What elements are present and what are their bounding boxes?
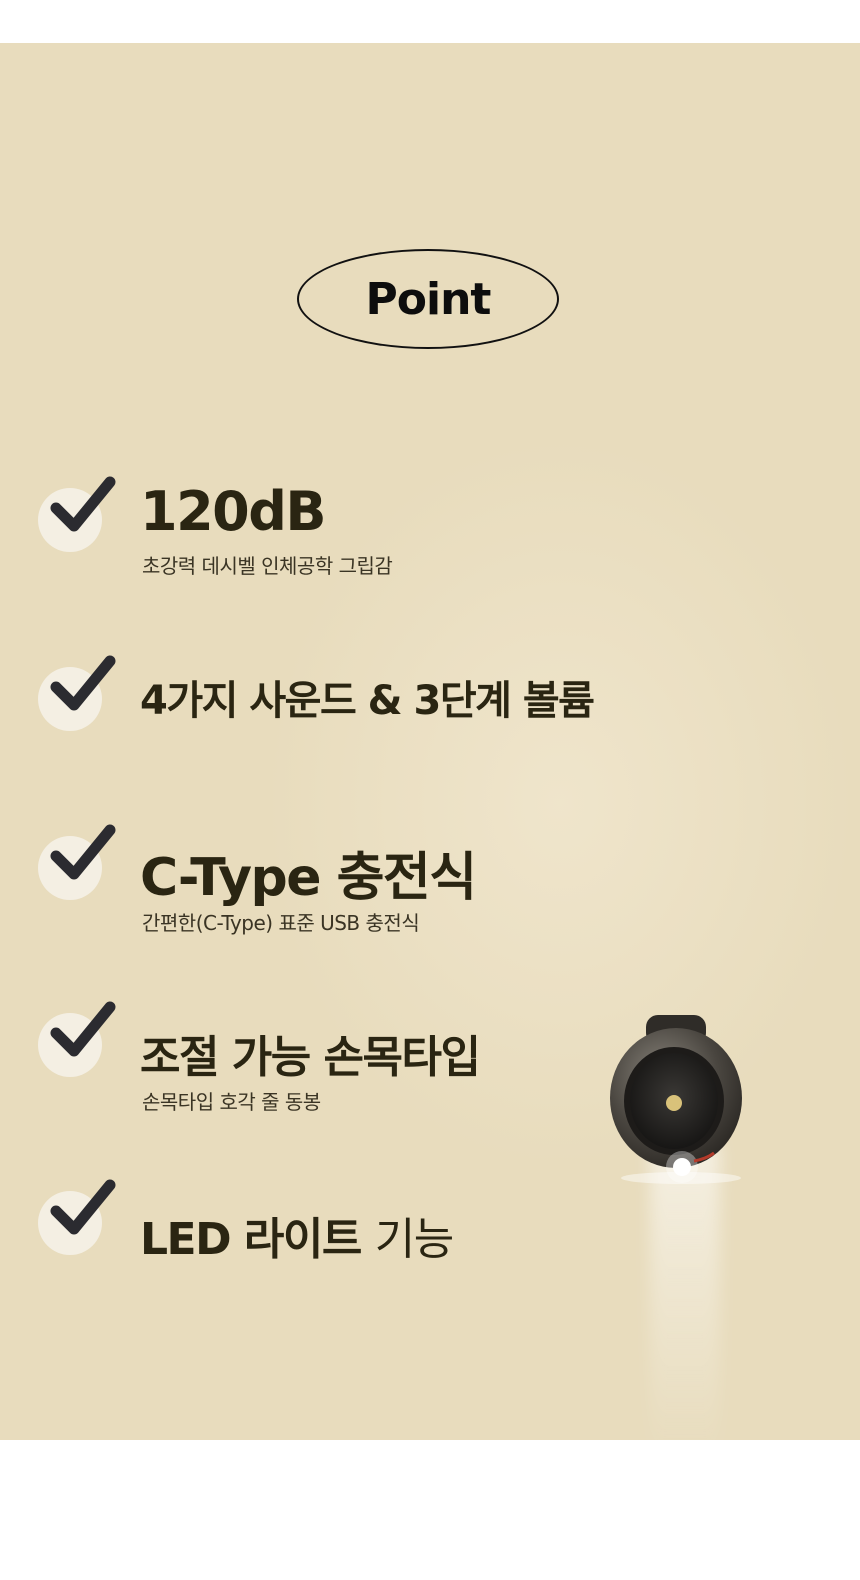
- feature-subtitle: 초강력 데시벨 인체공학 그립감: [142, 554, 393, 578]
- feature-title: 4가지 사운드 & 3단계 볼륨: [140, 678, 595, 724]
- feature-subtitle: 간편한(C-Type) 표준 USB 충전식: [142, 911, 420, 935]
- feature-title: 120dB: [140, 480, 327, 543]
- point-badge-label: Point: [365, 273, 492, 325]
- feature-title: C-Type 충전식: [140, 848, 477, 908]
- checkmark-icon: [50, 824, 116, 880]
- checkmark-icon: [50, 1179, 116, 1235]
- feature-title: 조절 가능 손목타입: [140, 1032, 481, 1083]
- point-badge: Point: [297, 249, 559, 349]
- feature-title: LED 라이트 기능: [140, 1203, 454, 1267]
- feature-panel: Point 120dB 초강력 데시벨 인체공학 그립감 4가지 사운드 & 3…: [0, 43, 860, 1440]
- check-badge: [38, 655, 116, 731]
- checkmark-icon: [50, 476, 116, 532]
- checkmark-icon: [50, 1001, 116, 1057]
- feature-subtitle: 손목타입 호각 줄 동봉: [142, 1090, 321, 1114]
- whistle-device-image: [610, 1015, 742, 1184]
- check-badge: [38, 476, 116, 552]
- check-badge: [38, 1179, 116, 1255]
- feature-title-light: 기능: [374, 1214, 454, 1265]
- check-badge: [38, 824, 116, 900]
- checkmark-icon: [50, 655, 116, 711]
- feature-title-bold: LED 라이트: [140, 1214, 362, 1265]
- check-badge: [38, 1001, 116, 1077]
